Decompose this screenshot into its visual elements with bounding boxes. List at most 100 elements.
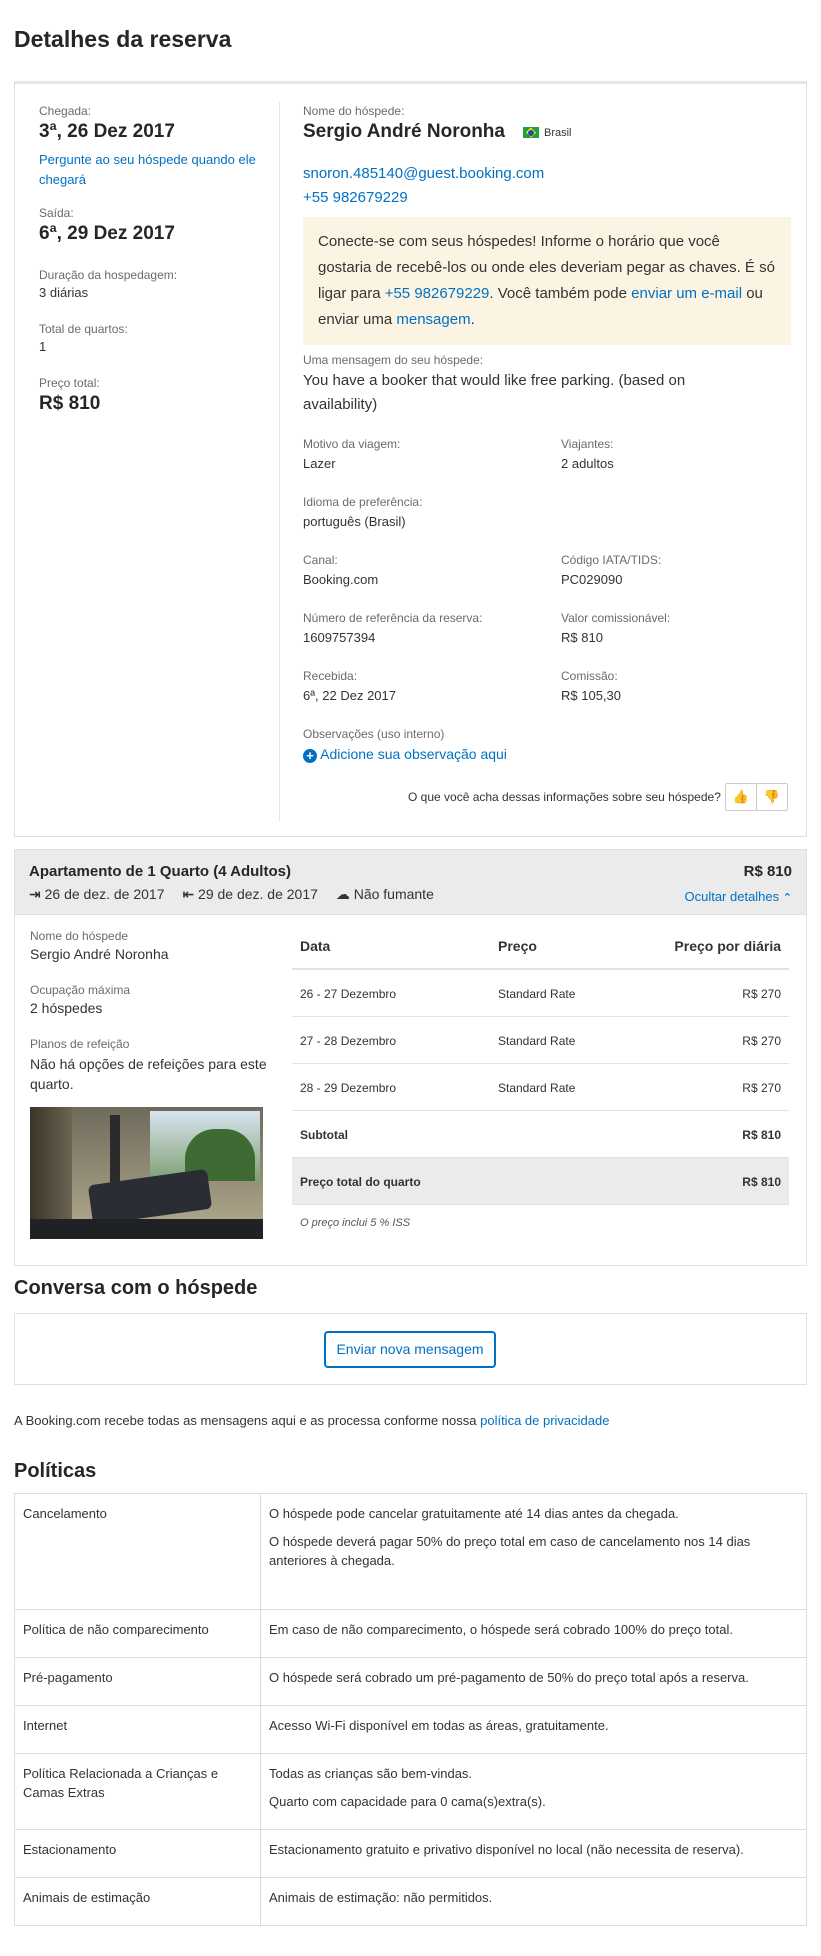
room-checkout: 29 de dez. de 2017: [198, 886, 318, 902]
thumbs-down-button[interactable]: 👎: [756, 783, 788, 811]
row-amount: R$ 270: [742, 1034, 781, 1048]
guest-message: You have a booker that would like free p…: [303, 372, 686, 413]
channel-label: Canal:: [303, 553, 338, 567]
row-date: 28 - 29 Dezembro: [300, 1081, 397, 1095]
policy-value: Animais de estimação: não permitidos.: [260, 1877, 807, 1926]
policy-text: O hóspede pode cancelar gratuitamente at…: [269, 1506, 679, 1521]
policy-value: Estacionamento gratuito e privativo disp…: [260, 1829, 807, 1878]
policy-text: Em caso de não comparecimento, o hóspede…: [269, 1622, 733, 1637]
policy-row: Internet Acesso Wi-Fi disponível em toda…: [14, 1705, 807, 1754]
thumbs-down-icon: 👎: [763, 789, 781, 804]
hide-details-label: Ocultar detalhes: [684, 889, 780, 904]
room-title: Apartamento de 1 Quarto (4 Adultos): [29, 863, 291, 880]
policy-row: Pré-pagamento O hóspede será cobrado um …: [14, 1657, 807, 1706]
policy-text: Acesso Wi-Fi disponível em todas as área…: [269, 1718, 609, 1733]
privacy-text: A Booking.com recebe todas as mensagens …: [14, 1413, 481, 1428]
col-price: Preço: [498, 938, 537, 954]
ref-label: Número de referência da reserva:: [303, 611, 483, 625]
language: português (Brasil): [303, 514, 406, 529]
total-price: R$ 810: [39, 393, 101, 414]
table-row: 26 - 27 Dezembro Standard Rate R$ 270: [292, 970, 789, 1017]
booking-details-panel: Chegada: 3ª, 26 Dez 2017 Pergunte ao seu…: [14, 81, 807, 837]
room-price: R$ 810: [743, 863, 792, 880]
send-message-link[interactable]: mensagem: [396, 311, 470, 328]
notice-phone-link[interactable]: +55 982679229: [385, 285, 490, 302]
cloud-icon: ☁: [335, 886, 350, 902]
trip-purpose-label: Motivo da viagem:: [303, 437, 401, 451]
notice-text: . Você também pode: [489, 285, 632, 302]
commissionable-label: Valor comissionável:: [561, 611, 671, 625]
total-row: Preço total do quarto R$ 810: [292, 1158, 789, 1205]
room-guest-label: Nome do hóspede: [30, 929, 129, 943]
policy-text: Animais de estimação: não permitidos.: [269, 1890, 493, 1905]
guest-name: Sergio André Noronha: [303, 121, 505, 142]
room-checkin: 26 de dez. de 2017: [44, 886, 165, 902]
policy-name: Política Relacionada a Crianças e Camas …: [14, 1753, 261, 1830]
privacy-policy-link[interactable]: política de privacidade: [480, 1413, 609, 1428]
iata-label: Código IATA/TIDS:: [561, 553, 662, 567]
col-date: Data: [300, 938, 331, 954]
send-email-link[interactable]: enviar um e-mail: [631, 285, 742, 302]
occupancy: 2 hóspedes: [30, 1000, 103, 1016]
checkin-icon: ⇥: [29, 886, 41, 902]
row-date: 27 - 28 Dezembro: [300, 1034, 397, 1048]
policy-value: O hóspede será cobrado um pré-pagamento …: [260, 1657, 807, 1706]
room-guest: Sergio André Noronha: [30, 946, 169, 962]
row-rate: Standard Rate: [498, 1081, 576, 1095]
thumbs-up-button[interactable]: 👍: [725, 783, 757, 811]
guest-phone[interactable]: +55 982679229: [303, 189, 408, 206]
ask-arrival-link[interactable]: Pergunte ao seu hóspede quando ele chega…: [39, 150, 267, 190]
policy-row: Estacionamento Estacionamento gratuito e…: [14, 1829, 807, 1878]
rooms-value: 1: [39, 339, 47, 354]
feedback-question: O que você acha dessas informações sobre…: [408, 790, 721, 804]
row-rate: Standard Rate: [498, 987, 576, 1001]
commission-value: R$ 105,30: [561, 688, 621, 703]
stay-label: Duração da hospedagem:: [39, 268, 178, 282]
thumbs-up-icon: 👍: [732, 789, 750, 804]
meal-plan: Não há opções de refeições para este qua…: [30, 1056, 267, 1092]
policy-text: Quarto com capacidade para 0 cama(s)extr…: [269, 1794, 546, 1809]
policy-row: Cancelamento O hóspede pode cancelar gra…: [14, 1493, 807, 1610]
policy-name: Internet: [14, 1705, 261, 1754]
checkin-value: 3ª, 26 Dez 2017: [39, 121, 175, 142]
policy-text: Estacionamento gratuito e privativo disp…: [269, 1842, 744, 1857]
row-amount: R$ 270: [742, 987, 781, 1001]
policy-name: Pré-pagamento: [14, 1657, 261, 1706]
guest-email[interactable]: snoron.485140@guest.booking.com: [303, 165, 544, 182]
policy-row: Política Relacionada a Crianças e Camas …: [14, 1753, 807, 1830]
policies-table: Cancelamento O hóspede pode cancelar gra…: [14, 1493, 807, 1926]
table-row: 27 - 28 Dezembro Standard Rate R$ 270: [292, 1017, 789, 1064]
travelers: 2 adultos: [561, 456, 614, 471]
rooms-label: Total de quartos:: [39, 322, 128, 336]
send-new-message-button[interactable]: Enviar nova mensagem: [324, 1331, 496, 1368]
policy-row: Animais de estimação Animais de estimaçã…: [14, 1877, 807, 1926]
hide-details-link[interactable]: Ocultar detalhes ⌃: [684, 889, 792, 904]
travelers-label: Viajantes:: [561, 437, 614, 451]
policy-value: Em caso de não comparecimento, o hóspede…: [260, 1609, 807, 1658]
channel: Booking.com: [303, 572, 379, 587]
policy-text: Todas as crianças são bem-vindas.: [269, 1766, 473, 1781]
checkout-icon: ⇤: [182, 886, 195, 902]
policy-name: Animais de estimação: [14, 1877, 261, 1926]
trip-purpose: Lazer: [303, 456, 336, 471]
subtotal-label: Subtotal: [300, 1128, 348, 1142]
guest-country: Brasil: [544, 127, 572, 139]
total-label: Preço total do quarto: [300, 1175, 421, 1189]
policy-text: O hóspede deverá pagar 50% do preço tota…: [269, 1534, 751, 1568]
chevron-up-icon: ⌃: [782, 892, 792, 904]
smoking-policy: Não fumante: [353, 886, 434, 902]
subtotal-row: Subtotal R$ 810: [292, 1111, 789, 1158]
add-note-link[interactable]: + Adicione sua observação aqui: [303, 746, 507, 763]
privacy-notice: A Booking.com recebe todas as mensagens …: [14, 1413, 609, 1428]
tax-note: O preço inclui 5 % ISS: [300, 1217, 411, 1229]
policies-title: Políticas: [14, 1460, 97, 1482]
page-title: Detalhes da reserva: [14, 26, 232, 52]
guest-name-label: Nome do hóspede:: [303, 104, 405, 118]
room-photo: [30, 1107, 263, 1239]
col-daily-price: Preço por diária: [674, 938, 781, 954]
received-label: Recebida:: [303, 669, 358, 683]
policy-value: O hóspede pode cancelar gratuitamente at…: [260, 1493, 807, 1610]
room-header: Apartamento de 1 Quarto (4 Adultos) R$ 8…: [14, 849, 807, 915]
policy-value: Todas as crianças são bem-vindas. Quarto …: [260, 1753, 807, 1830]
price-table-header: Data Preço Preço por diária: [292, 925, 789, 970]
